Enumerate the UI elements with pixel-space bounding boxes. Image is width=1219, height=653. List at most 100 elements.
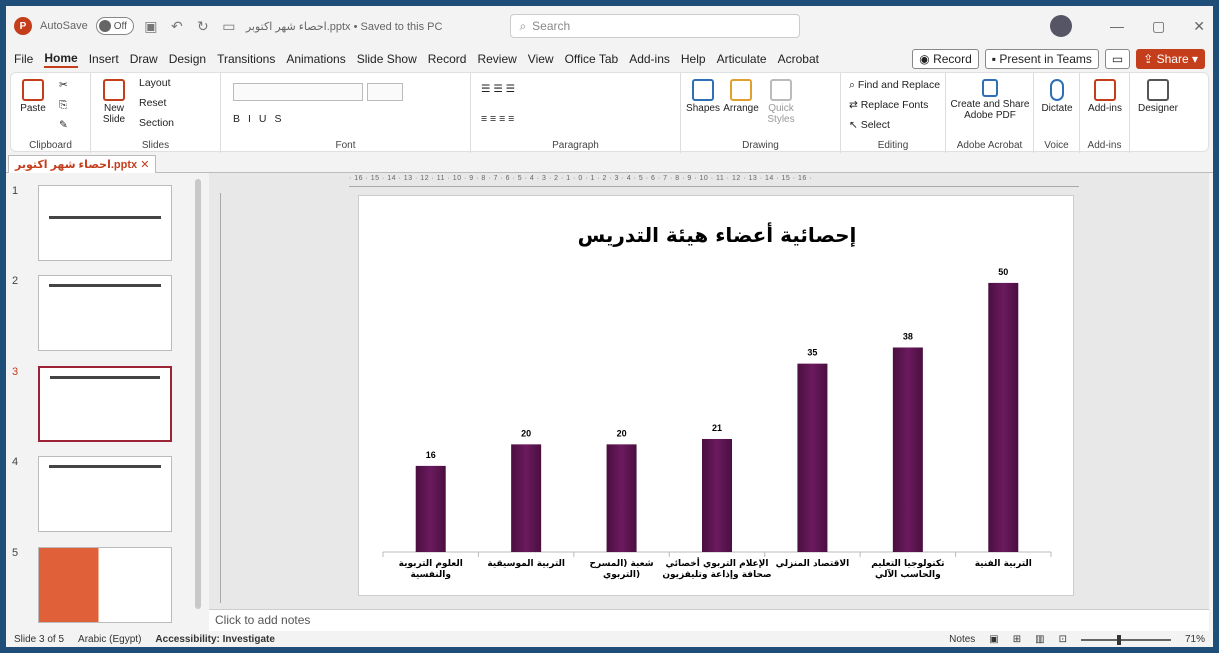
align-icon[interactable]: ≡ ≡ ≡ ≡	[481, 113, 514, 125]
slides-panel: 1 2 3 4 5	[6, 173, 206, 631]
slide-thumb-2[interactable]: 2	[12, 275, 192, 359]
drawing-group: Shapes Arrange Quick Styles Drawing	[681, 73, 841, 153]
menu-design[interactable]: Design	[169, 52, 206, 66]
slide-thumb-4[interactable]: 4	[12, 456, 192, 540]
category-label-3-line-2: التربوي)	[603, 570, 640, 580]
slide-thumb-5[interactable]: 5	[12, 547, 192, 631]
category-label-4-line-2: صحافة وإذاعة وتليفزيون	[662, 570, 771, 580]
document-tab-strip: احصاء شهر اكتوبر.pptx ✕	[6, 155, 1213, 173]
notes-button[interactable]: Notes	[949, 634, 975, 645]
redo-icon[interactable]: ↻	[194, 18, 212, 35]
designer-button[interactable]: Designer	[1134, 79, 1182, 114]
present-icon[interactable]: ▭	[220, 18, 238, 35]
slides-panel-scrollbar[interactable]	[193, 173, 203, 631]
menu-help[interactable]: Help	[681, 52, 706, 66]
search-box[interactable]: ⌕ Search	[510, 14, 801, 38]
reset-button[interactable]: Reset	[139, 97, 166, 109]
notes-pane[interactable]: Click to add notes	[209, 609, 1209, 631]
autosave-toggle[interactable]: Off	[95, 17, 134, 35]
normal-view-icon[interactable]: ▣	[989, 634, 998, 645]
quick-styles-icon	[770, 79, 792, 101]
category-label-6-line-2: والحاسب الآلي	[875, 568, 941, 580]
ribbon: Paste ✂ ⎘ ✎ Clipboard New Slide Layout R…	[10, 72, 1209, 153]
zoom-level[interactable]: 71%	[1185, 634, 1205, 645]
chart-title: إحصائية أعضاء هيئة التدريس	[578, 221, 857, 247]
category-label-1-line-1: العلوم التربوية	[399, 559, 463, 569]
category-label-6-line-1: تكنولوجيا التعليم	[871, 559, 944, 569]
title-bar: P AutoSave Off ▣ ↶ ↻ ▭ احصاء شهر اكتوبر.…	[6, 6, 1213, 46]
menu-view[interactable]: View	[528, 52, 554, 66]
arrange-button[interactable]: Arrange	[723, 79, 759, 114]
menu-draw[interactable]: Draw	[130, 52, 158, 66]
document-tab[interactable]: احصاء شهر اكتوبر.pptx ✕	[8, 155, 157, 173]
clipboard-label: Clipboard	[29, 140, 72, 151]
dictate-button[interactable]: Dictate	[1036, 79, 1078, 114]
share-button[interactable]: ⇪ Share ▾	[1136, 49, 1205, 69]
acrobat-group: Create and Share Adobe PDF Adobe Acrobat	[946, 73, 1034, 153]
slide-sorter-icon[interactable]: ⊞	[1013, 634, 1021, 645]
format-painter-icon[interactable]: ✎	[59, 119, 68, 131]
zoom-slider[interactable]	[1080, 634, 1171, 645]
microphone-icon	[1050, 79, 1064, 101]
category-label-7: التربية الفنية	[975, 559, 1032, 569]
menu-add-ins[interactable]: Add-ins	[629, 52, 670, 66]
slide-thumb-1[interactable]: 1	[12, 185, 192, 269]
category-label-2: التربية الموسيقية	[487, 559, 565, 569]
menu-review[interactable]: Review	[477, 52, 516, 66]
quick-styles-button[interactable]: Quick Styles	[763, 79, 799, 125]
cut-icon[interactable]: ✂	[59, 79, 68, 91]
bullets-icon[interactable]: ☰ ☰ ☰	[481, 83, 515, 95]
font-size-select[interactable]	[367, 83, 403, 101]
shapes-button[interactable]: Shapes	[685, 79, 721, 114]
menu-transitions[interactable]: Transitions	[217, 52, 275, 66]
bar-1	[415, 465, 446, 552]
language-indicator[interactable]: Arabic (Egypt)	[78, 634, 141, 645]
reading-view-icon[interactable]: ▥	[1035, 634, 1044, 645]
category-label-1-line-2: والنفسية	[410, 570, 451, 580]
menu-office-tab[interactable]: Office Tab	[565, 52, 619, 66]
data-label-6: 38	[903, 331, 913, 341]
menu-record[interactable]: Record	[428, 52, 467, 66]
create-share-pdf-button[interactable]: Create and Share Adobe PDF	[950, 79, 1030, 121]
layout-button[interactable]: Layout	[139, 77, 171, 89]
replace-fonts-button[interactable]: ⇄ Replace Fonts	[849, 99, 928, 111]
avatar[interactable]	[1050, 15, 1073, 37]
menu-file[interactable]: File	[14, 52, 33, 66]
designer-group: Designer	[1130, 73, 1186, 153]
bar-4	[702, 438, 732, 552]
section-button[interactable]: Section	[139, 117, 174, 129]
save-icon[interactable]: ▣	[142, 18, 160, 35]
select-button[interactable]: ↖ Select	[849, 119, 890, 131]
menu-animations[interactable]: Animations	[286, 52, 345, 66]
slideshow-icon[interactable]: ⊡	[1059, 634, 1067, 645]
editing-group: ⌕ Find and Replace ⇄ Replace Fonts ↖ Sel…	[841, 73, 946, 153]
add-ins-button[interactable]: Add-ins	[1084, 79, 1126, 114]
search-placeholder: Search	[532, 19, 571, 33]
pdf-icon	[982, 79, 998, 97]
menu-insert[interactable]: Insert	[89, 52, 119, 66]
new-slide-button[interactable]: New Slide	[97, 79, 131, 125]
present-teams-button[interactable]: ▪ Present in Teams	[984, 49, 1099, 69]
current-slide[interactable]: إحصائية أعضاء هيئة التدريس 16 العلوم الترب…	[358, 195, 1074, 596]
restore-icon[interactable]: ▢	[1152, 18, 1165, 35]
minimize-icon[interactable]: —	[1110, 18, 1124, 34]
close-icon[interactable]: ✕	[1193, 18, 1205, 35]
font-name-select[interactable]	[233, 83, 363, 101]
slide-thumb-3[interactable]: 3	[12, 366, 192, 450]
menu-articulate[interactable]: Articulate	[717, 52, 767, 66]
comments-button[interactable]: ▭	[1104, 49, 1131, 69]
editing-label: Editing	[877, 140, 909, 151]
bar-6	[892, 347, 923, 552]
record-button[interactable]: ◉ Record	[912, 49, 979, 69]
slide-counter: Slide 3 of 5	[14, 634, 65, 645]
accessibility-indicator[interactable]: Accessibility: Investigate	[155, 634, 275, 645]
paste-button[interactable]: Paste	[17, 79, 49, 114]
powerpoint-window: P AutoSave Off ▣ ↶ ↻ ▭ احصاء شهر اكتوبر.…	[6, 6, 1213, 647]
menu-acrobat[interactable]: Acrobat	[778, 52, 819, 66]
find-replace-button[interactable]: ⌕ Find and Replace	[849, 79, 940, 92]
font-format-buttons[interactable]: BIUS	[233, 113, 290, 125]
menu-home[interactable]: Home	[44, 51, 78, 68]
copy-icon[interactable]: ⎘	[59, 99, 67, 112]
menu-slide-show[interactable]: Slide Show	[357, 52, 417, 66]
undo-icon[interactable]: ↶	[168, 18, 186, 35]
